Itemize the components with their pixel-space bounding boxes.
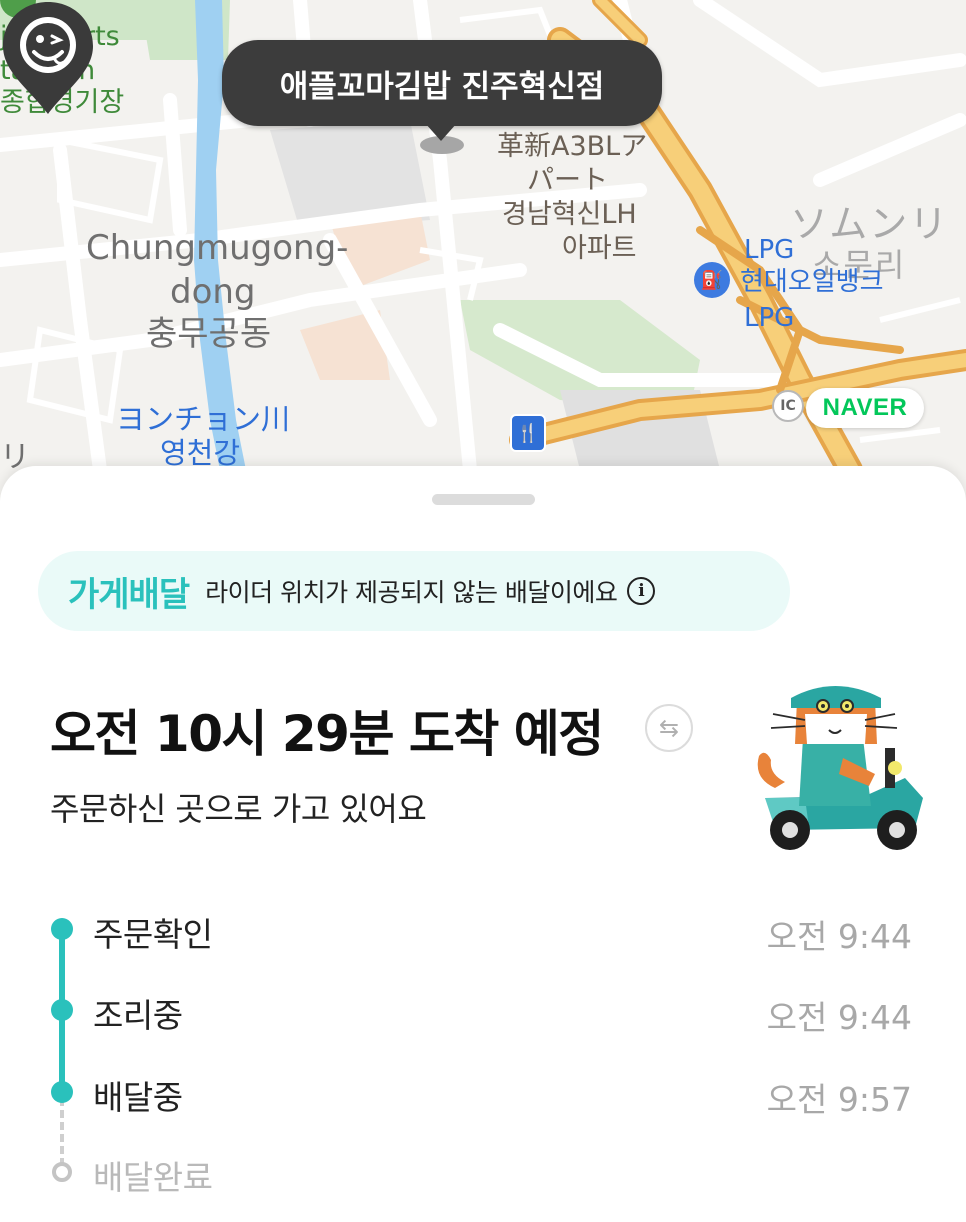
timeline-step-dot [51, 1081, 73, 1103]
timeline-step-time: 오전 9:44 [766, 917, 912, 956]
timeline-step-dot [51, 999, 73, 1021]
map-label-apt-jp-2: パート [527, 165, 608, 196]
map-label-lpg-top: LPG [744, 235, 795, 265]
map-label-chungmu-en-2: dong [170, 272, 256, 312]
timeline-step-label: 배달완료 [93, 1158, 213, 1197]
timeline-step-time: 오전 9:44 [766, 998, 912, 1037]
map-label-river-jp: ヨンチョン川 [116, 402, 291, 436]
map-label-lpg-bottom: LPG [744, 303, 795, 333]
store-name-bubble[interactable]: 애플꼬마김밥 진주혁신점 [222, 40, 662, 126]
delivery-status-sheet: 가게배달 라이더 위치가 제공되지 않는 배달이에요 i 오전 10시 29분 … [0, 466, 966, 1222]
map-label-chungmu-en-1: Chungmugong- [86, 228, 349, 268]
timeline-step-dot-pending [52, 1162, 72, 1182]
sheet-drag-handle[interactable] [432, 494, 535, 505]
smiley-face-pin-icon[interactable] [0, 0, 96, 116]
timeline-step-time: 오전 9:57 [766, 1080, 912, 1119]
map-label-apt-ko-1: 경남혁신LH [502, 199, 637, 230]
gas-station-icon: ⛽ [694, 262, 730, 298]
store-delivery-notice: 라이더 위치가 제공되지 않는 배달이에요 [205, 578, 618, 607]
map-label-gas-station: 현대오일뱅크 [740, 267, 884, 297]
swap-time-format-button[interactable]: ⇆ [645, 704, 693, 752]
timeline-step-dot [51, 918, 73, 940]
ic-icon: IC [772, 390, 804, 422]
info-icon[interactable]: i [627, 577, 656, 605]
map-label-apt-ko-2: 아파트 [562, 233, 637, 264]
restaurant-icon: 🍴 [510, 414, 546, 452]
store-delivery-banner[interactable]: 가게배달 라이더 위치가 제공되지 않는 배달이에요 i [38, 551, 790, 631]
map-label-apt-jp-1: 革新A3BLア [497, 131, 648, 162]
store-bubble-tail [425, 123, 457, 141]
order-progress-timeline: 주문확인 오전 9:44 조리중 오전 9:44 배달중 오전 9:57 배달완… [0, 886, 966, 1222]
naver-logo[interactable]: NAVER [806, 388, 924, 428]
timeline-step-label: 배달중 [93, 1078, 183, 1117]
timeline-step-label: 조리중 [93, 996, 183, 1035]
map-label-river-ko: 영천강 [160, 436, 241, 470]
map-view[interactable]: ju Sports tadium 종합경기장 革新A3BLア パート 경남혁신L… [0, 0, 966, 500]
timeline-step-label: 주문확인 [93, 915, 213, 954]
map-label-chungmu-ko: 충무공동 [146, 314, 272, 354]
eta-title: 오전 10시 29분 도착 예정 [50, 705, 604, 763]
eta-subtitle: 주문하신 곳으로 가고 있어요 [50, 790, 427, 828]
cat-rider-scooter-illustration [757, 686, 923, 850]
store-delivery-brand: 가게배달 [68, 574, 190, 615]
map-label-somun-jp: ソムンリ [790, 202, 950, 246]
